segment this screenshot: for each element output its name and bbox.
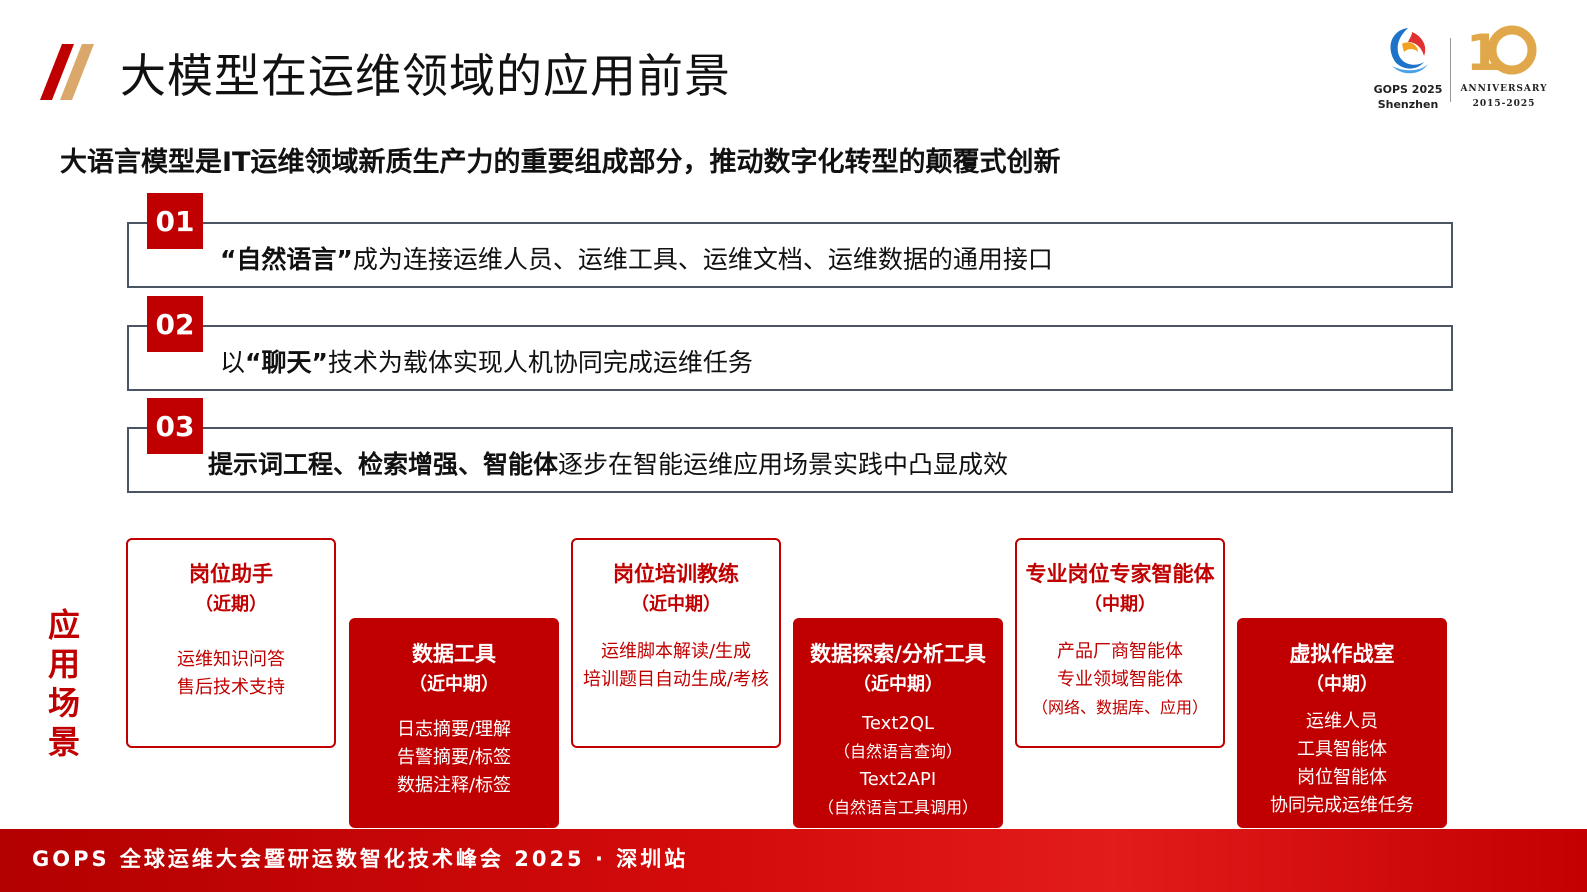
item-desc-02: 技术为载体实现人机协同完成运维任务	[327, 348, 753, 377]
anniversary-label: ANNIVERSARY	[1460, 84, 1548, 94]
card-line: 培训题目自动生成/考核	[582, 669, 770, 690]
side-label-char: 用	[47, 645, 80, 683]
item-badge-03: 03	[147, 398, 203, 454]
item-text-02: 以“聊天”技术为载体实现人机协同完成运维任务	[220, 343, 753, 379]
card-title: 数据探索/分析工具	[810, 642, 986, 666]
item-desc-01: 成为连接运维人员、运维工具、运维文档、运维数据的通用接口	[352, 245, 1053, 274]
card-line: 运维人员	[1306, 711, 1378, 732]
item-prefix-02: 以	[220, 348, 246, 377]
footer-banner: GOPS 全球运维大会暨研运数智化技术峰会 2025 · 深圳站	[0, 829, 1587, 892]
page-title: 大模型在运维领域的应用前景	[120, 49, 731, 103]
card-line: 专业领域智能体	[1057, 669, 1183, 690]
item-badge-01: 01	[147, 193, 203, 249]
scenario-card-data-tools: 数据工具 （近中期） 日志摘要/理解 告警摘要/标签 数据注释/标签	[349, 618, 559, 828]
gops-year: GOPS 2025	[1373, 83, 1443, 96]
card-title: 数据工具	[412, 642, 496, 666]
logo-divider	[1450, 38, 1451, 102]
card-title: 专业岗位专家智能体	[1025, 562, 1215, 586]
item-bold-03: 提示词工程、检索增强、智能体	[208, 450, 559, 479]
card-period: （近期）	[195, 594, 267, 615]
item-badge-02: 02	[147, 296, 203, 352]
item-desc-03: 逐步在智能运维应用场景实践中凸显成效	[558, 450, 1009, 479]
scenario-card-expert-agent: 专业岗位专家智能体 （中期） 产品厂商智能体 专业领域智能体 （网络、数据库、应…	[1015, 538, 1225, 748]
card-line: （自然语言工具调用）	[817, 798, 978, 817]
item-text-01: “自然语言”成为连接运维人员、运维工具、运维文档、运维数据的通用接口	[220, 240, 1053, 276]
anniversary-years: 2015-2025	[1472, 99, 1536, 109]
scenario-card-training-coach: 岗位培训教练 （近中期） 运维脚本解读/生成 培训题目自动生成/考核	[571, 538, 781, 748]
item-bold-02: “聊天”	[245, 348, 328, 377]
ten-anniversary-icon: 1	[1466, 24, 1537, 80]
card-period: （近中期）	[409, 674, 499, 695]
card-line: 日志摘要/理解	[396, 719, 512, 740]
card-line: 岗位智能体	[1297, 767, 1387, 788]
scenario-card-position-assistant: 岗位助手 （近期） 运维知识问答 售后技术支持	[126, 538, 336, 748]
card-line: 协同完成运维任务	[1270, 795, 1414, 816]
card-period: （近中期）	[853, 674, 943, 695]
card-line: （自然语言查询）	[833, 742, 962, 761]
footer-text: GOPS 全球运维大会暨研运数智化技术峰会 2025 · 深圳站	[32, 847, 689, 871]
card-line: 告警摘要/标签	[396, 747, 512, 768]
scenario-card-virtual-war-room: 虚拟作战室 （中期） 运维人员 工具智能体 岗位智能体 协同完成运维任务	[1237, 618, 1447, 828]
gops-city: Shenzhen	[1377, 98, 1439, 111]
card-line: 运维知识问答	[177, 649, 285, 670]
card-period: （近中期）	[631, 594, 721, 615]
card-period: （中期）	[1084, 594, 1156, 615]
card-period: （中期）	[1306, 674, 1378, 695]
item-text-03: 提示词工程、检索增强、智能体逐步在智能运维应用场景实践中凸显成效	[208, 445, 1008, 481]
card-line: 产品厂商智能体	[1057, 641, 1183, 662]
title-slash-decoration	[40, 44, 94, 100]
side-label-char: 景	[47, 723, 80, 761]
card-title: 岗位助手	[189, 562, 273, 586]
scenario-card-data-exploration: 数据探索/分析工具 （近中期） Text2QL （自然语言查询） Text2AP…	[793, 618, 1003, 828]
subtitle: 大语言模型是IT运维领域新质生产力的重要组成部分，推动数字化转型的颠覆式创新	[60, 147, 1061, 178]
card-title: 虚拟作战室	[1289, 642, 1395, 666]
card-title: 岗位培训教练	[613, 562, 739, 586]
gops-emblem-icon	[1390, 28, 1428, 74]
card-line: （网络、数据库、应用）	[1031, 698, 1208, 717]
card-line: Text2QL	[861, 713, 935, 734]
gops-logo: GOPS 2025 Shenzhen 1 ANNIVERSARY 2015-20…	[1372, 22, 1552, 114]
card-line: 数据注释/标签	[396, 775, 512, 796]
card-line: 售后技术支持	[177, 677, 285, 698]
side-label-char: 应	[47, 606, 80, 644]
card-line: 工具智能体	[1297, 739, 1387, 760]
card-line: 运维脚本解读/生成	[600, 641, 752, 662]
card-line: Text2API	[859, 769, 937, 790]
side-label-char: 场	[47, 684, 80, 722]
item-bold-01: “自然语言”	[220, 245, 353, 274]
scenario-side-label: 应 用 场 景	[44, 606, 84, 762]
